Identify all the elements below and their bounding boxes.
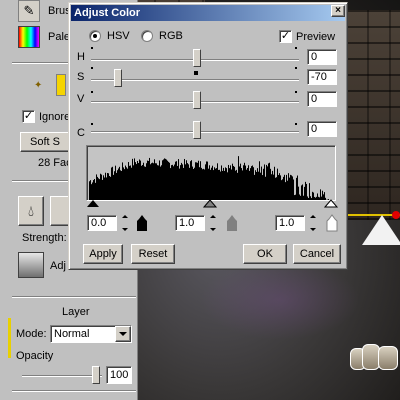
- opacity-label: Opacity: [16, 350, 54, 362]
- h-value-field[interactable]: 0: [307, 49, 337, 65]
- c-slider-thumb[interactable]: [193, 121, 201, 139]
- white-eyedropper-icon[interactable]: [325, 213, 339, 233]
- histogram-graph: [89, 156, 329, 200]
- palette-label: Pale: [48, 31, 71, 43]
- h-label: H: [77, 51, 85, 63]
- preview-checkbox[interactable]: ✓: [279, 30, 292, 43]
- chevron-down-icon[interactable]: [115, 326, 131, 342]
- sparkle-icon: ✦: [34, 79, 43, 91]
- spotlight-cone[interactable]: [362, 215, 400, 245]
- v-value-field[interactable]: 0: [307, 91, 337, 107]
- rgb-label: RGB: [159, 30, 183, 42]
- white-level-field[interactable]: 1.0: [275, 215, 305, 231]
- rgb-radio[interactable]: [141, 30, 153, 42]
- level-markers: [87, 199, 339, 208]
- divider: [12, 390, 136, 392]
- c-value-field[interactable]: 0: [307, 121, 337, 137]
- v-slider-thumb[interactable]: [193, 91, 201, 109]
- ignore-label: Ignore: [39, 110, 71, 123]
- levels-histogram: [86, 145, 336, 201]
- gamma-marker[interactable]: [202, 199, 218, 208]
- title-bar[interactable]: Adjust Color: [71, 5, 345, 21]
- dialog-title: Adjust Color: [74, 7, 140, 19]
- faces-count: 28 Fac: [38, 157, 72, 169]
- black-level-field[interactable]: 0.0: [87, 215, 117, 231]
- light-target-dot[interactable]: [392, 211, 400, 219]
- soft-selection-button[interactable]: Soft S: [20, 132, 70, 152]
- active-indicator: [8, 318, 11, 358]
- divider: [12, 296, 136, 298]
- ok-button[interactable]: OK: [243, 244, 287, 264]
- gamma-level-field[interactable]: 1.0: [175, 215, 205, 231]
- hsv-label: HSV: [107, 30, 130, 42]
- reset-button[interactable]: Reset: [131, 244, 175, 264]
- s-value-field[interactable]: -70: [307, 69, 337, 85]
- white-level-spinner[interactable]: [309, 215, 317, 231]
- lamp-object[interactable]: [348, 340, 400, 380]
- close-button[interactable]: ×: [331, 5, 345, 17]
- c-label: C: [77, 127, 85, 139]
- black-eyedropper-icon[interactable]: [135, 213, 149, 233]
- v-label: V: [77, 93, 85, 105]
- s-label: S: [77, 71, 85, 83]
- floor-stain: [200, 260, 360, 340]
- gamma-level-spinner[interactable]: [209, 215, 217, 231]
- layer-heading: Layer: [62, 306, 90, 318]
- mode-select[interactable]: Normal: [50, 325, 132, 343]
- strength-label: Strength:: [22, 232, 67, 244]
- hsv-radio[interactable]: [89, 30, 101, 42]
- mode-label: Mode:: [16, 328, 47, 340]
- droplet-icon[interactable]: 💧︎: [18, 196, 44, 226]
- palette-icon[interactable]: [18, 26, 40, 48]
- apply-button[interactable]: Apply: [83, 244, 123, 264]
- black-level-spinner[interactable]: [121, 215, 129, 231]
- close-icon: ×: [335, 5, 341, 16]
- adjust-color-dialog: Adjust Color × HSV RGB ✓ Preview H 0 S -…: [68, 2, 348, 270]
- opacity-field[interactable]: 100: [106, 366, 132, 384]
- s-slider-track[interactable]: [91, 79, 299, 81]
- ignore-checkbox[interactable]: ✓: [22, 110, 35, 123]
- opacity-slider-thumb[interactable]: [92, 366, 100, 384]
- tool-button-2[interactable]: [50, 196, 70, 226]
- gray-eyedropper-icon[interactable]: [225, 213, 239, 233]
- adjust-label: Adj: [50, 260, 66, 272]
- s-slider-thumb[interactable]: [114, 69, 122, 87]
- brush-icon[interactable]: ✎: [18, 0, 40, 22]
- h-slider-thumb[interactable]: [193, 49, 201, 67]
- color-swatch[interactable]: [56, 74, 67, 96]
- black-point-marker[interactable]: [87, 200, 99, 207]
- white-point-marker[interactable]: [323, 199, 339, 208]
- cancel-button[interactable]: Cancel: [293, 244, 341, 264]
- adjust-gradient-icon[interactable]: [18, 252, 44, 278]
- brick-wall-right: [345, 10, 400, 220]
- preview-label: Preview: [296, 30, 336, 43]
- opacity-slider-track[interactable]: [22, 375, 102, 377]
